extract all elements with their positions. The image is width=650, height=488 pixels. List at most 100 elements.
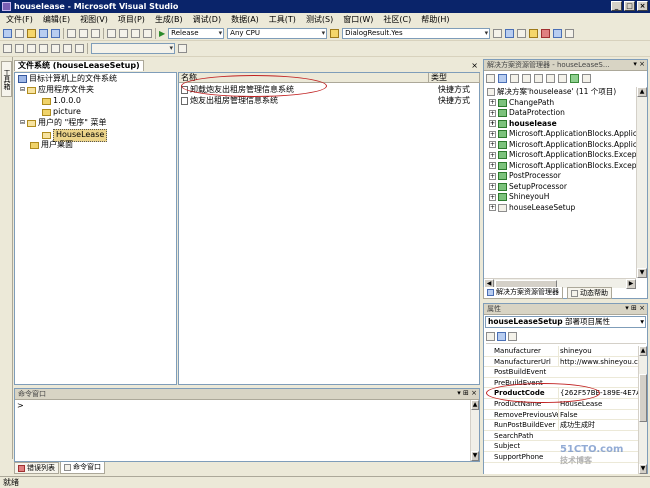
command-scrollbar[interactable]: ▲ ▼	[470, 400, 479, 461]
properties-object-combo[interactable]: houseLeaseSetup 部署项目属性 ▾	[485, 316, 646, 328]
column-header-type[interactable]: 类型	[429, 73, 480, 83]
expand-icon[interactable]: +	[489, 172, 496, 180]
navigate-back-icon[interactable]	[131, 28, 140, 38]
custom-actions-editor-icon[interactable]	[570, 74, 579, 83]
menu-debug[interactable]: 调试(D)	[193, 14, 221, 25]
indent-icon[interactable]	[27, 44, 36, 53]
property-value[interactable]: http://www.shineyou.cn	[558, 356, 638, 367]
expand-icon[interactable]: +	[489, 109, 496, 117]
close-button[interactable]: ×	[637, 1, 648, 11]
solution-vertical-scrollbar[interactable]: ▲ ▼	[636, 87, 647, 278]
copy-icon[interactable]	[79, 28, 88, 38]
menu-view[interactable]: 视图(V)	[80, 14, 108, 25]
show-all-files-icon[interactable]	[498, 74, 507, 83]
project-node[interactable]: + ChangePath	[489, 98, 554, 109]
project-node[interactable]: + houseLeaseSetup	[489, 203, 575, 214]
find-combo[interactable]: DialogResult.Yes	[342, 27, 491, 39]
save-icon[interactable]	[39, 28, 48, 38]
registry-editor-icon[interactable]	[534, 74, 543, 83]
maximize-button[interactable]: □	[624, 1, 635, 11]
menu-window[interactable]: 窗口(W)	[343, 14, 373, 25]
properties-window-icon[interactable]	[517, 28, 527, 38]
property-pages-icon[interactable]	[508, 332, 517, 341]
tree-node-root[interactable]: 目标计算机上的文件系统	[18, 74, 117, 85]
menu-project[interactable]: 项目(P)	[118, 14, 145, 25]
tab-file-system[interactable]: 文件系统 (houseLeaseSetup)	[14, 60, 144, 71]
menu-community[interactable]: 社区(C)	[383, 14, 411, 25]
tree-node-desktop[interactable]: 用户桌面	[30, 140, 73, 151]
menu-tools[interactable]: 工具(T)	[269, 14, 296, 25]
expand-icon[interactable]: +	[489, 99, 496, 107]
properties-controls[interactable]: ▾ ⊞ ×	[625, 304, 645, 312]
redo-icon[interactable]	[119, 28, 128, 38]
tab-dynamic-help[interactable]: 动态帮助	[567, 287, 612, 299]
alphabetical-icon[interactable]	[497, 332, 506, 341]
tree-node-programs-menu[interactable]: ⊟ 用户的 "程序" 菜单	[20, 118, 106, 129]
bookmark-icon[interactable]	[63, 44, 72, 53]
solution-node[interactable]: 解决方案'houselease' (11 个项目)	[487, 87, 616, 98]
menu-file[interactable]: 文件(F)	[6, 14, 33, 25]
open-file-icon[interactable]	[27, 28, 36, 38]
prev-bookmark-icon[interactable]	[75, 44, 84, 53]
file-system-editor-icon[interactable]	[522, 74, 531, 83]
expand-icon[interactable]: +	[489, 204, 496, 212]
expand-icon[interactable]: +	[489, 120, 496, 128]
properties-scrollbar[interactable]: ▲ ▼	[638, 346, 647, 474]
close-tab-icon[interactable]: ×	[471, 61, 478, 70]
tab-command-window[interactable]: 命令窗口	[60, 462, 105, 474]
file-types-editor-icon[interactable]	[546, 74, 555, 83]
menu-build[interactable]: 生成(B)	[155, 14, 183, 25]
property-value[interactable]: False	[558, 409, 638, 420]
object-browser-icon[interactable]	[529, 28, 539, 38]
project-node[interactable]: + Microsoft.ApplicationBlocks.Excepti	[489, 161, 636, 172]
find-in-files-icon[interactable]	[330, 28, 340, 38]
tree-node-app-folder[interactable]: ⊟ 应用程序文件夹	[20, 85, 94, 96]
undo-icon[interactable]	[107, 28, 116, 38]
refresh-icon[interactable]	[510, 74, 519, 83]
solution-explorer-icon[interactable]	[505, 28, 515, 38]
project-node[interactable]: + Microsoft.ApplicationBlocks.Applica	[489, 129, 636, 140]
property-row[interactable]: PostBuildEvent	[484, 367, 638, 378]
empty-toolbar-combo[interactable]	[91, 43, 175, 54]
tree-expander[interactable]: ⊟	[20, 118, 25, 129]
toolbox-icon[interactable]	[541, 28, 551, 38]
project-node[interactable]: + Microsoft.ApplicationBlocks.Excepti	[489, 150, 636, 161]
tab-solution-explorer[interactable]: 解决方案资源管理器	[483, 287, 563, 299]
expand-icon[interactable]: +	[489, 193, 496, 201]
toolbar-extra-icon[interactable]	[178, 44, 187, 53]
project-node[interactable]: + DataProtection	[489, 108, 565, 119]
tree-node-picture-folder[interactable]: picture	[42, 107, 81, 118]
menu-edit[interactable]: 编辑(E)	[43, 14, 70, 25]
solution-platform-combo[interactable]: Any CPU	[227, 27, 328, 39]
property-row[interactable]: RemovePreviousVe False	[484, 409, 638, 421]
add-item-icon[interactable]	[15, 28, 24, 38]
start-debugging-icon[interactable]: ▶	[159, 29, 165, 38]
scrollbar-thumb[interactable]	[639, 374, 647, 422]
uncomment-icon[interactable]	[51, 44, 60, 53]
menu-test[interactable]: 测试(S)	[306, 14, 333, 25]
project-node[interactable]: + PostProcessor	[489, 171, 561, 182]
property-row[interactable]: SearchPath	[484, 431, 638, 442]
solution-explorer-controls[interactable]: ▾ ×	[633, 60, 645, 68]
list-item[interactable]: 炮友出租房管理信息系统 快捷方式	[181, 95, 479, 106]
comment-icon[interactable]	[39, 44, 48, 53]
property-row[interactable]: RunPostBuildEver 成功生成时	[484, 420, 638, 431]
categorized-icon[interactable]	[486, 332, 495, 341]
project-node-startup[interactable]: + houselease	[489, 119, 557, 130]
user-interface-editor-icon[interactable]	[558, 74, 567, 83]
project-node[interactable]: + ShineyouH	[489, 192, 549, 203]
command-window-controls[interactable]: ▾ ⊞ ×	[457, 389, 477, 397]
tree-node-version-folder[interactable]: 1.0.0.0	[42, 96, 81, 107]
property-row[interactable]: Manufacturer shineyou	[484, 346, 638, 357]
minimize-button[interactable]: _	[611, 1, 622, 11]
save-all-icon[interactable]	[51, 28, 60, 38]
toolbox-tab[interactable]: 工具箱	[1, 61, 12, 97]
tree-expander[interactable]: ⊟	[20, 85, 25, 96]
start-page-icon[interactable]	[553, 28, 563, 38]
outdent-icon[interactable]	[15, 44, 24, 53]
navigate-forward-icon[interactable]	[143, 28, 152, 38]
toolbar-options-icon[interactable]	[565, 28, 575, 38]
command-prompt[interactable]: >	[17, 401, 24, 410]
find-icon[interactable]	[493, 28, 503, 38]
solution-configuration-combo[interactable]: Release	[168, 27, 225, 39]
